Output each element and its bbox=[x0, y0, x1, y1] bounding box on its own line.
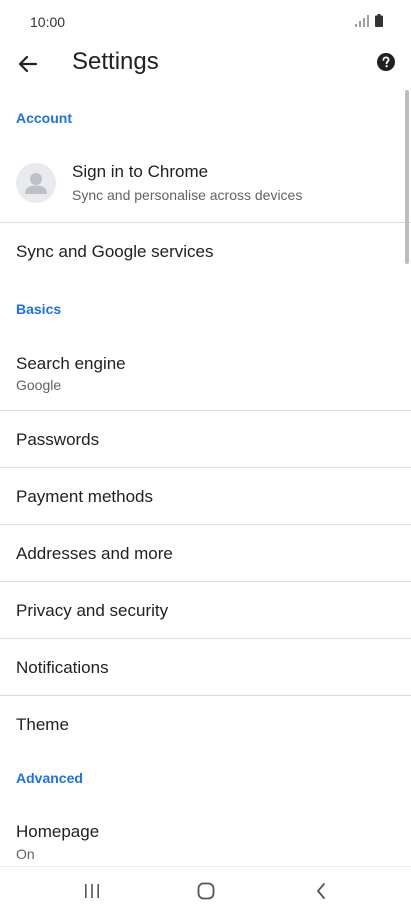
sign-in-subtitle: Sync and personalise across devices bbox=[72, 187, 303, 203]
search-engine-item[interactable]: Search engine Google bbox=[0, 340, 411, 410]
back-arrow-icon[interactable] bbox=[14, 50, 42, 78]
status-bar: 10:00 bbox=[0, 0, 411, 44]
system-nav-bar bbox=[0, 866, 411, 914]
sync-services-title: Sync and Google services bbox=[16, 242, 214, 261]
settings-list: Account Sign in to Chrome Sync and perso… bbox=[0, 88, 411, 866]
privacy-title: Privacy and security bbox=[16, 601, 169, 620]
signal-icon bbox=[355, 14, 369, 32]
settings-screen: 10:00 Settings Account Sign in to Chrome… bbox=[0, 0, 411, 914]
status-icons bbox=[355, 14, 383, 32]
homepage-value: On bbox=[16, 846, 35, 862]
payment-methods-title: Payment methods bbox=[16, 487, 154, 506]
search-engine-value: Google bbox=[16, 377, 62, 393]
notifications-title: Notifications bbox=[16, 658, 109, 677]
notifications-item[interactable]: Notifications bbox=[0, 639, 411, 695]
app-bar: Settings bbox=[0, 44, 411, 88]
homepage-item[interactable]: Homepage On bbox=[0, 812, 411, 866]
theme-item[interactable]: Theme bbox=[0, 696, 411, 752]
search-engine-title: Search engine bbox=[16, 354, 126, 373]
recents-icon[interactable] bbox=[76, 877, 108, 905]
battery-icon bbox=[375, 14, 383, 32]
home-icon[interactable] bbox=[190, 877, 222, 905]
scrollbar[interactable] bbox=[405, 90, 409, 264]
privacy-item[interactable]: Privacy and security bbox=[0, 582, 411, 638]
passwords-title: Passwords bbox=[16, 430, 100, 449]
account-placeholder-icon bbox=[25, 173, 47, 194]
homepage-title: Homepage bbox=[16, 822, 100, 841]
theme-title: Theme bbox=[16, 715, 69, 734]
section-header-account: Account bbox=[16, 110, 72, 126]
sign-in-title: Sign in to Chrome bbox=[72, 162, 209, 181]
status-time: 10:00 bbox=[30, 14, 66, 30]
avatar bbox=[16, 163, 56, 203]
section-header-basics: Basics bbox=[16, 301, 62, 317]
addresses-title: Addresses and more bbox=[16, 544, 173, 563]
addresses-item[interactable]: Addresses and more bbox=[0, 525, 411, 581]
passwords-item[interactable]: Passwords bbox=[0, 411, 411, 467]
page-title: Settings bbox=[72, 48, 159, 75]
back-icon[interactable] bbox=[305, 877, 337, 905]
sign-in-item[interactable]: Sign in to Chrome Sync and personalise a… bbox=[0, 140, 411, 222]
payment-methods-item[interactable]: Payment methods bbox=[0, 468, 411, 524]
section-header-advanced: Advanced bbox=[16, 770, 83, 786]
help-icon[interactable] bbox=[377, 53, 395, 71]
sync-services-item[interactable]: Sync and Google services bbox=[0, 223, 411, 280]
